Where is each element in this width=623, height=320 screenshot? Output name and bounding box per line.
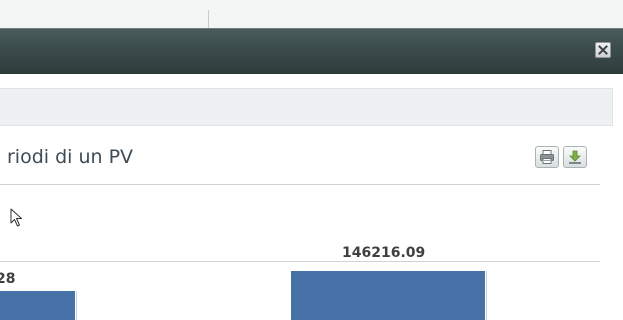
modal-title-bar[interactable]: [0, 28, 623, 74]
close-icon: [598, 45, 608, 55]
data-label-bar-2: 146216.09: [342, 245, 426, 261]
chart-top-gridline: [0, 261, 600, 262]
modal-toolbar: [0, 88, 613, 126]
print-button[interactable]: [535, 146, 559, 168]
chart-title-divider: [0, 184, 600, 185]
column-divider: [208, 10, 209, 28]
data-label-bar-1: 28: [0, 271, 16, 287]
chart-bar-2: [291, 271, 485, 320]
download-icon: [569, 150, 581, 164]
chart-bar-1: [0, 291, 75, 320]
mouse-cursor-icon: [10, 208, 22, 227]
printer-icon: [540, 150, 554, 164]
background-grid-header: [0, 0, 623, 29]
chart-title: riodi di un PV: [7, 146, 134, 168]
download-button[interactable]: [563, 146, 587, 168]
close-button[interactable]: [595, 42, 611, 58]
